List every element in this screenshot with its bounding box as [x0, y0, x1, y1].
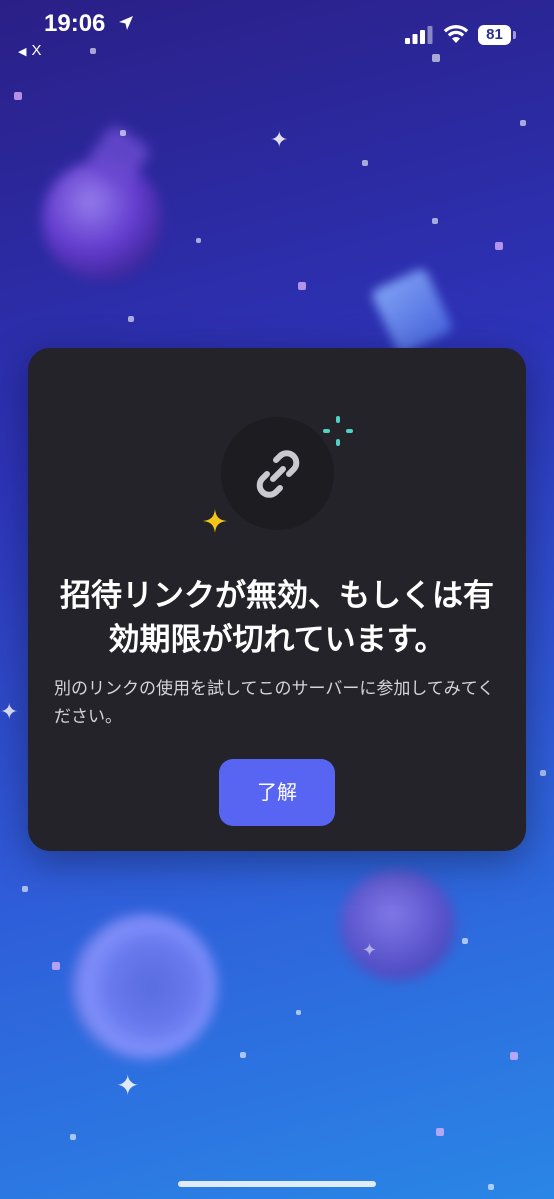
sparkle-icon: ✦	[116, 1069, 140, 1102]
home-indicator[interactable]	[178, 1181, 376, 1187]
star-dot	[436, 1128, 444, 1136]
sparkle-icon: ✦	[362, 940, 378, 961]
star-dot	[52, 962, 60, 970]
star-dot	[14, 92, 22, 100]
sparkle-icon: ✦	[270, 128, 289, 153]
star-dot	[120, 130, 126, 136]
star-dot	[510, 1052, 518, 1060]
back-app-label: X	[31, 42, 42, 59]
teal-sparkle-icon	[323, 416, 353, 446]
dialog-title: 招待リンクが無効、もしくは有効期限が切れています。	[60, 578, 494, 658]
yellow-sparkle-icon	[203, 509, 227, 533]
dialog-message: 別のリンクの使用を試してこのサーバーに参加してみてください。	[54, 679, 495, 727]
star-dot	[488, 1184, 494, 1190]
cellular-signal-icon	[405, 26, 433, 44]
star-dot	[196, 238, 201, 243]
star-dot	[70, 1134, 76, 1140]
star-dot	[298, 282, 306, 290]
status-time: 19:06	[44, 10, 106, 37]
location-arrow-icon	[119, 16, 133, 30]
invalid-invite-dialog: 招待リンクが無効、もしくは有効期限が切れています。 別のリンクの使用を試してこの…	[28, 348, 526, 851]
flask-illustration	[42, 160, 162, 280]
confirm-button[interactable]: 了解	[219, 759, 335, 826]
star-dot	[462, 938, 468, 944]
battery-indicator: 81	[478, 25, 511, 45]
icon-circle	[221, 417, 334, 530]
star-dot	[90, 48, 96, 54]
star-dot	[240, 1052, 246, 1058]
back-triangle-icon: ◀	[18, 46, 27, 58]
coin-illustration	[72, 914, 217, 1059]
back-to-app-button[interactable]: ◀ X	[18, 42, 41, 59]
star-dot	[128, 316, 134, 322]
sparkle-icon: ✦	[0, 700, 19, 725]
link-icon	[256, 450, 300, 498]
star-dot	[362, 160, 368, 166]
star-dot	[495, 242, 503, 250]
bomb-illustration	[340, 870, 455, 980]
battery-cap	[513, 31, 516, 39]
screen: ✦ ✦ ✦ ✦ 19:06 ◀ X 81 招待リンクが無効、もしくは有効期限が切…	[0, 0, 554, 1199]
star-dot	[296, 1010, 301, 1015]
star-dot	[432, 54, 440, 62]
star-dot	[432, 218, 438, 224]
wifi-icon	[443, 25, 469, 43]
star-dot	[520, 120, 526, 126]
star-dot	[540, 770, 546, 776]
star-dot	[22, 886, 28, 892]
crystal-illustration	[370, 266, 454, 356]
